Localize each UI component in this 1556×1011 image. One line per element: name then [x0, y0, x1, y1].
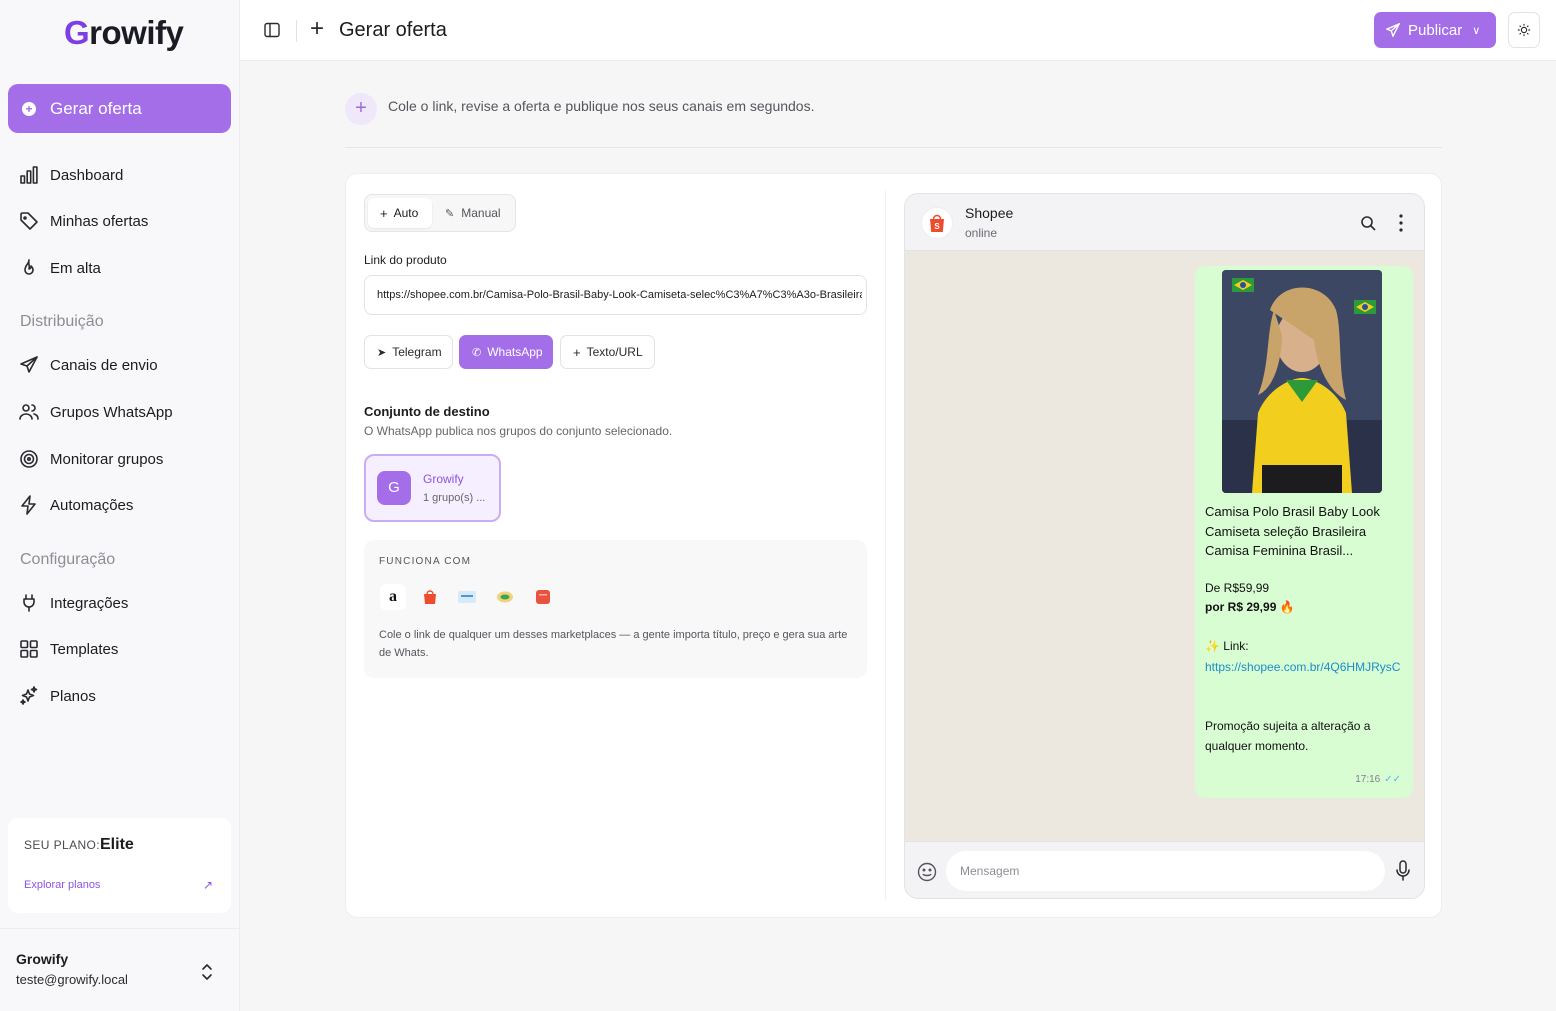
sidebar-item-my-offers[interactable]: Minhas ofertas [18, 206, 148, 236]
chevron-down-icon[interactable]: ∨ [1472, 24, 1480, 37]
plus-icon: + [310, 15, 325, 42]
aliexpress-icon [530, 584, 556, 610]
channel-text-url-button[interactable]: + Texto/URL [560, 335, 655, 369]
sidebar-item-automations[interactable]: Automações [18, 490, 133, 520]
whatsapp-icon: ✆ [472, 346, 482, 359]
channel-whatsapp-button[interactable]: ✆ WhatsApp [459, 335, 553, 369]
sparkles-icon [18, 685, 40, 707]
message-timestamp: 17:16 ✓✓ [1355, 774, 1401, 785]
message-link[interactable]: https://shopee.com.br/4Q6HMJRysC [1205, 658, 1405, 678]
send-icon [18, 354, 40, 376]
users-icon [18, 401, 40, 423]
works-with-description: Cole o link de qualquer um desses market… [379, 629, 848, 659]
generate-offer-button[interactable]: + Gerar oferta [8, 84, 231, 133]
top-header: + Gerar oferta Publicar ∨ [240, 0, 1556, 61]
double-check-icon: ✓✓ [1384, 774, 1401, 785]
message-link-label: ✨ Link: [1205, 639, 1249, 653]
section-configuration: Configuração [20, 551, 116, 568]
growify-logo[interactable]: Growify [64, 14, 184, 52]
more-vertical-icon[interactable] [1399, 214, 1403, 232]
target-set-description: O WhatsApp publica nos grupos do conjunt… [364, 424, 673, 438]
sidebar-item-monitor-groups[interactable]: Monitorar grupos [18, 444, 163, 474]
group-avatar: G [377, 471, 411, 505]
zap-icon [18, 494, 40, 516]
message-bubble: Camisa Polo Brasil Baby Look Camiseta se… [1195, 266, 1413, 798]
mode-auto-button[interactable]: + Auto [368, 198, 432, 228]
user-name: Growify [16, 951, 69, 967]
microphone-icon[interactable] [1395, 860, 1411, 882]
chat-header: S Shopee online [905, 194, 1424, 251]
sidebar-toggle-icon[interactable] [264, 22, 280, 38]
product-image[interactable] [1222, 270, 1382, 493]
tag-icon [18, 210, 40, 232]
shopee-avatar: S [921, 207, 953, 239]
explore-plans-link[interactable]: Explorar planos [24, 879, 100, 891]
radar-icon [18, 448, 40, 470]
product-link-input[interactable] [364, 275, 867, 315]
message-title: Camisa Polo Brasil Baby Look Camiseta se… [1205, 504, 1380, 558]
intro-text: Cole o link, revise a oferta e publique … [388, 98, 815, 114]
channel-telegram-button[interactable]: ➤ Telegram [364, 335, 453, 369]
plan-label: SEU PLANO: [24, 838, 101, 852]
intro-plus-icon: + [345, 93, 377, 125]
user-email: teste@growify.local [16, 972, 128, 987]
flame-icon [18, 257, 40, 279]
section-divider [345, 147, 1442, 148]
page-title: Gerar oferta [339, 19, 447, 41]
chat-contact-name: Shopee [965, 205, 1014, 221]
message-price-to: por R$ 29,99 🔥 [1205, 600, 1295, 614]
sidebar-item-dashboard[interactable]: Dashboard [18, 160, 123, 190]
bar-chart-icon [18, 164, 40, 186]
header-divider [296, 20, 297, 42]
plus-icon: + [380, 205, 388, 221]
send-icon [1386, 23, 1400, 37]
magalu-icon [492, 584, 518, 610]
sidebar-item-send-channels[interactable]: Canais de envio [18, 350, 158, 380]
sidebar-item-whatsapp-groups[interactable]: Grupos WhatsApp [18, 397, 173, 427]
shopee-icon [417, 584, 443, 610]
group-count: 1 grupo(s) ... [423, 492, 486, 504]
theme-toggle-button[interactable] [1508, 12, 1540, 48]
group-set-card[interactable]: G Growify 1 grupo(s) ... [364, 454, 501, 522]
search-icon[interactable] [1360, 215, 1376, 231]
svg-text:S: S [934, 222, 940, 231]
publish-button[interactable]: Publicar ∨ [1374, 12, 1496, 48]
emoji-icon[interactable] [917, 862, 937, 882]
works-with-label: FUNCIONA COM [379, 556, 472, 567]
message-input[interactable] [946, 851, 1385, 891]
message-note: Promoção sujeita a alteração a qualquer … [1205, 719, 1371, 753]
sidebar: Growify + Gerar oferta Dashboard Minhas … [0, 0, 240, 1011]
chevrons-up-down-icon[interactable] [199, 962, 215, 982]
sidebar-item-trending[interactable]: Em alta [18, 253, 101, 283]
message-price-from: De R$59,99 [1205, 581, 1270, 595]
arrow-up-right-icon[interactable]: ↗ [203, 878, 213, 892]
plan-card: SEU PLANO: Elite Explorar planos ↗ [8, 818, 231, 913]
mode-switch: + Auto ✎ Manual [364, 194, 516, 232]
target-set-title: Conjunto de destino [364, 404, 490, 419]
amazon-icon: a [380, 584, 406, 610]
product-link-label: Link do produto [364, 253, 447, 267]
plan-value: Elite [100, 836, 134, 853]
sidebar-item-templates[interactable]: Templates [18, 634, 118, 664]
grid-icon [18, 638, 40, 660]
sun-icon [1517, 23, 1531, 37]
whatsapp-preview: S Shopee online Camisa Polo Brasil Baby … [904, 193, 1425, 899]
mercadolivre-icon [454, 584, 480, 610]
plug-icon [18, 592, 40, 614]
sidebar-item-integrations[interactable]: Integrações [18, 588, 128, 618]
section-distribution: Distribuição [20, 313, 104, 330]
telegram-icon: ➤ [377, 346, 387, 359]
sidebar-item-plans[interactable]: Planos [18, 681, 96, 711]
chat-composer [905, 841, 1424, 898]
group-name: Growify [423, 472, 464, 486]
column-divider [885, 190, 886, 900]
user-menu[interactable]: Growify teste@growify.local [0, 928, 239, 1011]
chat-contact-status: online [965, 226, 998, 240]
plus-icon: + [573, 344, 581, 360]
mode-manual-button[interactable]: ✎ Manual [445, 198, 513, 228]
plus-circle-icon: + [22, 101, 36, 116]
works-with-panel: FUNCIONA COM a Cole o link de qualquer u… [364, 540, 867, 678]
generate-offer-label: Gerar oferta [50, 98, 142, 118]
pencil-icon: ✎ [445, 207, 455, 220]
